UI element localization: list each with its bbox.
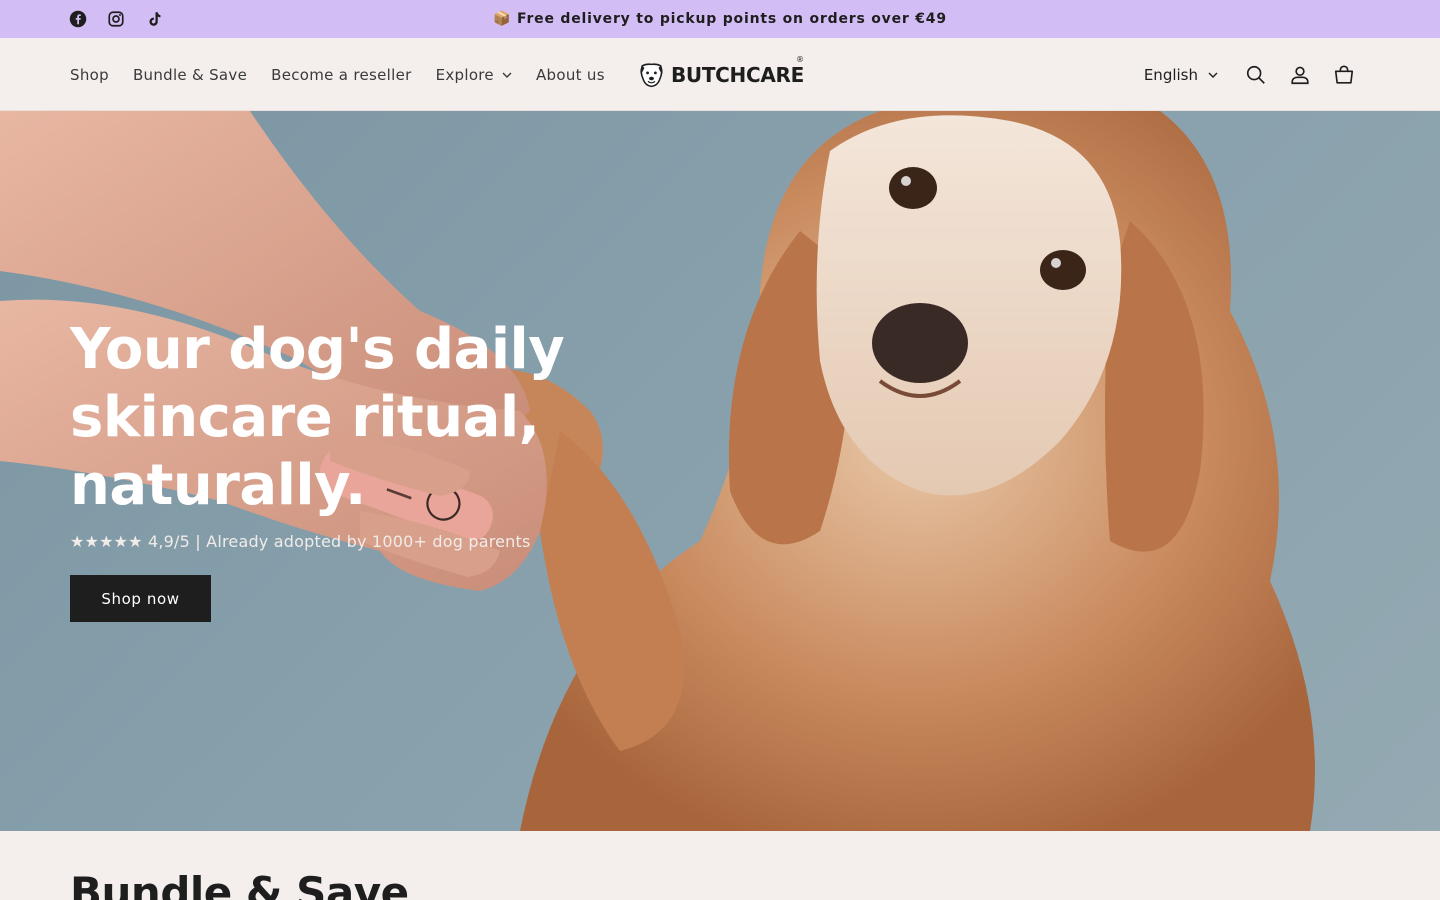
language-label: English	[1143, 65, 1198, 84]
hero-content: Your dog's daily skincare ritual, natura…	[70, 316, 630, 622]
site-header: Shop Bundle & Save Become a reseller Exp…	[0, 38, 1440, 111]
header-actions: English	[1144, 38, 1366, 111]
hero-banner: Your dog's daily skincare ritual, natura…	[0, 111, 1440, 831]
nav-item-about-us[interactable]: About us	[524, 66, 617, 84]
hero-title-line: skincare ritual,	[70, 385, 540, 450]
account-icon[interactable]	[1278, 53, 1322, 97]
nav-label: About us	[535, 65, 605, 84]
dog-logo-icon	[640, 63, 663, 88]
nav-label: Explore	[435, 65, 494, 84]
brand-logo[interactable]: BUTCHCARE ®	[638, 55, 804, 95]
chevron-down-icon	[1208, 72, 1218, 78]
facebook-icon[interactable]	[68, 9, 88, 29]
shop-now-button[interactable]: Shop now	[70, 575, 211, 622]
nav-label: Become a reseller	[271, 65, 412, 84]
nav-item-shop[interactable]: Shop	[58, 66, 121, 84]
search-icon[interactable]	[1234, 53, 1278, 97]
logo-text: BUTCHCARE	[670, 63, 804, 87]
nav-item-bundle-save[interactable]: Bundle & Save	[121, 66, 259, 84]
main-nav: Shop Bundle & Save Become a reseller Exp…	[58, 38, 617, 111]
social-links	[68, 9, 164, 29]
announcement-bar: 📦 Free delivery to pickup points on orde…	[0, 0, 1440, 38]
nav-label: Shop	[70, 65, 109, 84]
cart-icon[interactable]	[1322, 53, 1366, 97]
instagram-icon[interactable]	[106, 9, 126, 29]
hero-title-line: naturally.	[70, 453, 366, 518]
announcement-text: 📦 Free delivery to pickup points on orde…	[493, 11, 947, 27]
section-title-bundle-save: Bundle & Save	[70, 868, 409, 900]
nav-item-become-reseller[interactable]: Become a reseller	[259, 66, 423, 84]
chevron-down-icon	[502, 72, 512, 78]
hero-title-line: Your dog's daily	[70, 317, 565, 382]
nav-item-explore[interactable]: Explore	[424, 66, 524, 84]
hero-title: Your dog's daily skincare ritual, natura…	[70, 316, 630, 520]
language-selector[interactable]: English	[1144, 66, 1218, 84]
tiktok-icon[interactable]	[144, 9, 164, 29]
registered-mark: ®	[796, 55, 804, 64]
nav-label: Bundle & Save	[132, 65, 248, 84]
hero-rating: ★★★★★ 4,9/5 | Already adopted by 1000+ d…	[70, 532, 531, 551]
